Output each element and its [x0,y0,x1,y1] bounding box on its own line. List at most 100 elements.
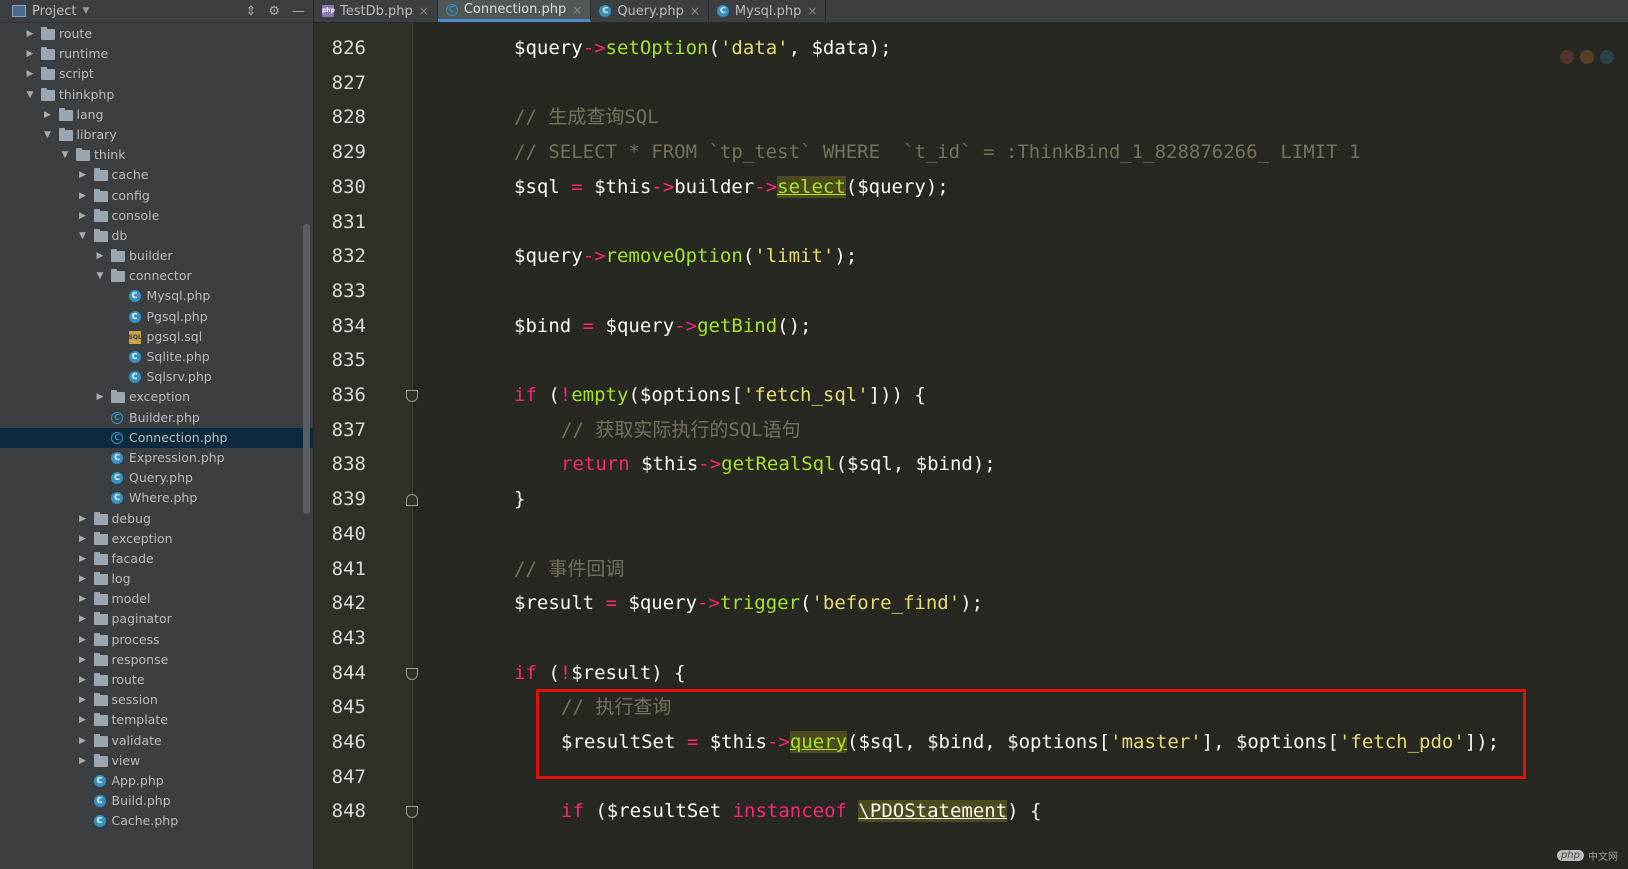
project-scrollbar[interactable] [303,224,310,514]
tree-item-thinkphp[interactable]: ▼ thinkphp [0,85,313,105]
tree-item-cache-php[interactable]: C Cache.php [0,811,313,831]
code-token: 'data' [719,37,789,59]
hide-icon[interactable]: — [292,4,305,19]
browser-preview-icons[interactable] [1560,45,1628,69]
class-icon: C [93,795,106,808]
chevron-right-icon[interactable]: ▶ [77,589,89,609]
chevron-right-icon[interactable]: ▶ [77,206,89,226]
line-number: 828 [331,106,366,129]
tree-item-pgsql-sql[interactable]: SQL pgsql.sql [0,327,313,347]
chevron-right-icon[interactable]: ▶ [77,569,89,589]
tab-query-php[interactable]: C Query.php × [591,0,709,22]
tree-item-cache[interactable]: ▶ cache [0,165,313,185]
tree-item-model[interactable]: ▶ model [0,589,313,609]
project-title[interactable]: Project [32,4,76,19]
tab-connection-php[interactable]: C Connection.php × [437,0,592,22]
tree-item-sqlsrv-php[interactable]: C Sqlsrv.php [0,367,313,387]
tree-item-exception[interactable]: ▶ exception [0,529,313,549]
tree-item-template[interactable]: ▶ template [0,710,313,730]
tree-item-session[interactable]: ▶ session [0,690,313,710]
chevron-right-icon[interactable]: ▶ [77,690,89,710]
folder-icon [93,652,108,666]
tree-item-validate[interactable]: ▶ validate [0,731,313,751]
chevron-right-icon[interactable]: ▶ [94,246,106,266]
chrome-icon[interactable] [1560,50,1574,64]
chevron-right-icon[interactable]: ▶ [77,549,89,569]
close-icon[interactable]: × [690,4,700,18]
gear-icon[interactable]: ⚙ [268,4,280,19]
close-icon[interactable]: × [807,4,817,18]
tree-item-build-php[interactable]: C Build.php [0,791,313,811]
sql-file-icon: SQL [128,330,142,344]
tree-item-process[interactable]: ▶ process [0,630,313,650]
chevron-right-icon[interactable]: ▶ [77,509,89,529]
tree-item-facade[interactable]: ▶ facade [0,549,313,569]
tree-item-connection-php[interactable]: C Connection.php [0,427,313,448]
tree-item-library[interactable]: ▼ library [0,125,313,145]
chevron-right-icon[interactable]: ▶ [77,751,89,771]
chevron-right-icon[interactable]: ▶ [77,670,89,690]
tree-item-config[interactable]: ▶ config [0,186,313,206]
chevron-down-icon[interactable]: ▼ [24,85,36,105]
tree-item-where-php[interactable]: C Where.php [0,488,313,508]
chevron-right-icon[interactable]: ▶ [77,529,89,549]
tree-item-paginator[interactable]: ▶ paginator [0,609,313,629]
tree-item-connector[interactable]: ▼ connector [0,266,313,286]
chevron-down-icon[interactable]: ▼ [42,125,54,145]
close-icon[interactable]: × [419,4,429,18]
tree-item-response[interactable]: ▶ response [0,650,313,670]
chevron-right-icon[interactable]: ▶ [77,650,89,670]
fold-collapse-icon[interactable] [406,390,418,402]
firefox-icon[interactable] [1580,50,1594,64]
chevron-right-icon[interactable]: ▶ [24,64,36,84]
code-editor[interactable]: 826 827 828 829 830 831 832 833 834 835 836 837 838 8… [314,23,1628,869]
chevron-right-icon[interactable]: ▶ [77,165,89,185]
code-token: ($query); [845,175,949,198]
chevron-right-icon[interactable]: ▶ [77,731,89,751]
tree-item-query-php[interactable]: C Query.php [0,468,313,488]
chevron-down-icon[interactable]: ▼ [94,266,106,286]
tree-item-debug[interactable]: ▶ debug [0,509,313,529]
code-token: = [605,592,617,615]
close-icon[interactable]: × [572,3,582,17]
fold-collapse-icon[interactable] [406,806,418,819]
chevron-down-icon[interactable]: ▼ [59,145,71,165]
tree-item-console[interactable]: ▶ console [0,206,313,226]
chevron-right-icon[interactable]: ▶ [24,44,36,64]
chevron-right-icon[interactable]: ▶ [94,387,106,407]
tree-item-view[interactable]: ▶ view [0,751,313,771]
tree-item-label: paginator [111,611,172,627]
tree-item-label: config [111,187,150,203]
tree-item-builder[interactable]: ▶ builder [0,246,313,266]
ie-icon[interactable] [1600,50,1614,64]
fold-collapse-icon[interactable] [406,667,418,680]
tree-item-exception[interactable]: ▶ exception [0,387,313,407]
tree-item-route[interactable]: ▶ route [0,670,313,690]
tree-item-expression-php[interactable]: C Expression.php [0,448,313,468]
collapse-all-icon[interactable]: ⇕ [245,4,256,19]
chevron-right-icon[interactable]: ▶ [77,630,89,650]
tree-item-script[interactable]: ▶ script [0,64,313,84]
tab-testdb-php[interactable]: php TestDb.php × [314,0,438,22]
tree-item-lang[interactable]: ▶ lang [0,105,313,125]
code-token: -> [754,175,778,198]
chevron-right-icon[interactable]: ▶ [77,609,89,629]
tree-item-runtime[interactable]: ▶ runtime [0,44,313,64]
tree-item-app-php[interactable]: C App.php [0,771,313,791]
chevron-right-icon[interactable]: ▶ [77,186,89,206]
tree-item-sqlite-php[interactable]: C Sqlite.php [0,347,313,367]
tree-item-mysql-php[interactable]: C Mysql.php [0,286,313,306]
fold-end-icon[interactable] [406,494,418,507]
tree-item-think[interactable]: ▼ think [0,145,313,165]
chevron-down-icon[interactable]: ▼ [82,6,89,16]
chevron-down-icon[interactable]: ▼ [77,226,89,246]
chevron-right-icon[interactable]: ▶ [77,710,89,730]
tab-mysql-php[interactable]: C Mysql.php × [709,0,827,22]
tree-item-route[interactable]: ▶ route [0,24,313,44]
tree-item-log[interactable]: ▶ log [0,569,313,589]
chevron-right-icon[interactable]: ▶ [42,105,54,125]
chevron-right-icon[interactable]: ▶ [24,24,36,44]
tree-item-pgsql-php[interactable]: C Pgsql.php [0,307,313,327]
tree-item-builder-php[interactable]: C Builder.php [0,408,313,428]
tree-item-db[interactable]: ▼ db [0,226,313,246]
